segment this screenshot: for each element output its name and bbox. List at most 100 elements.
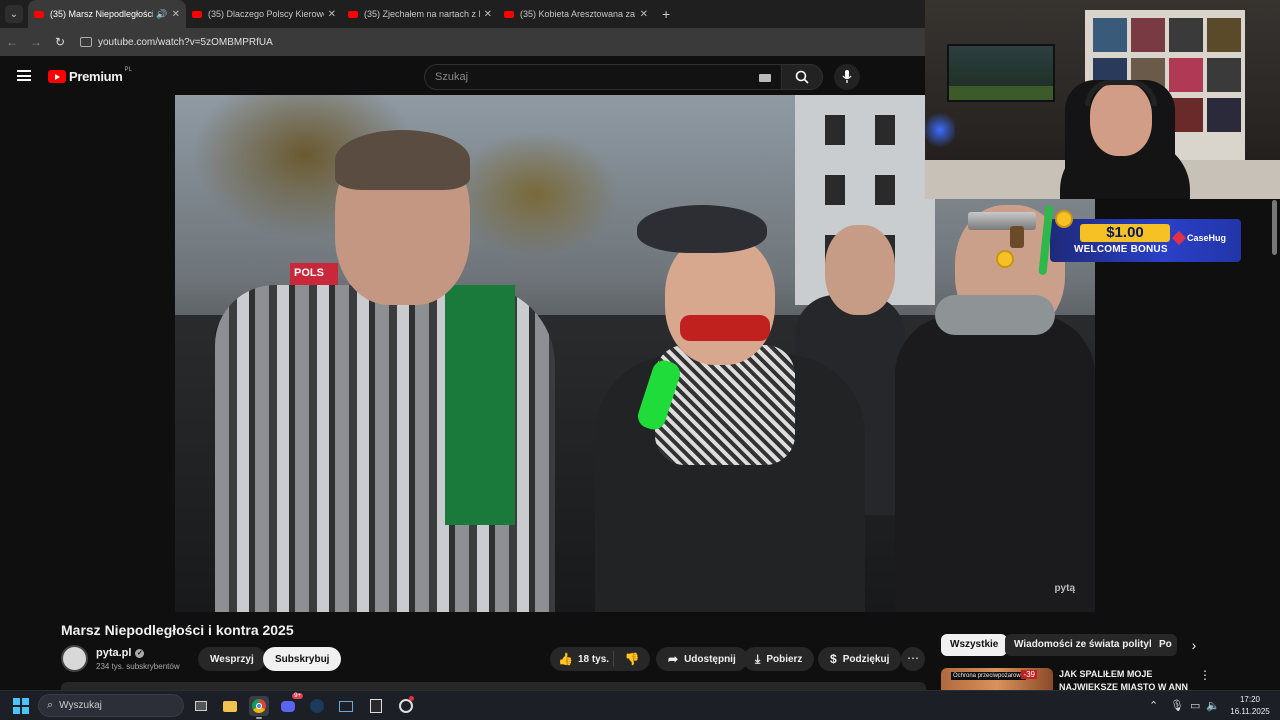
search-button[interactable] — [781, 64, 823, 90]
ad-brand: CaseHug — [1171, 230, 1227, 246]
youtube-favicon-icon — [192, 10, 202, 18]
clock-date: 16.11.2025 — [1230, 707, 1270, 716]
dislike-button[interactable]: 👎 — [614, 652, 650, 666]
tab-0[interactable]: (35) Marsz Niepodległości i 🔊 ✕ — [28, 0, 186, 28]
tab-search-chevron-icon[interactable]: ⌄ — [5, 5, 23, 23]
casehug-logo-icon — [1171, 230, 1187, 246]
aquarium — [947, 44, 1055, 102]
tab-title: (35) Kobieta Aresztowana za Uj — [520, 9, 636, 19]
url-field[interactable]: youtube.com/watch?v=5zOMBMPRfUA — [80, 37, 273, 48]
youtube-favicon-icon — [348, 10, 358, 18]
windows-start-icon[interactable] — [13, 698, 29, 714]
tab-title: (35) Dlaczego Polscy Kierowcy I — [208, 9, 324, 19]
youtube-play-icon — [48, 70, 66, 83]
chip-partial[interactable]: Po — [1151, 634, 1177, 656]
volume-icon[interactable]: 🔈 — [1206, 699, 1220, 712]
tab-close-icon[interactable]: ✕ — [328, 9, 336, 20]
subscriber-count: 234 tys. subskrybentów — [96, 662, 180, 671]
browser-tab-strip: ⌄ (35) Marsz Niepodległości i 🔊 ✕ (35) D… — [0, 0, 925, 28]
voice-search-button[interactable] — [834, 64, 860, 90]
site-info-icon[interactable] — [80, 37, 92, 47]
share-arrow-icon: ➦ — [668, 652, 679, 666]
search-icon: ⌕ — [47, 699, 54, 711]
tab-close-icon[interactable]: ✕ — [484, 9, 492, 20]
system-clock[interactable]: 17:20 16.11.2025 — [1226, 694, 1274, 718]
tab-title: (35) Marsz Niepodległości i — [50, 9, 154, 19]
thumbnail-tag: Ochrona przeciwpożarowa — [951, 672, 1027, 680]
search-placeholder: Szukaj — [435, 71, 469, 83]
tab-2[interactable]: (35) Zjechałem na nartach z Mo ✕ — [342, 0, 498, 28]
blue-light — [925, 110, 955, 150]
suggested-video-title[interactable]: JAK SPALIŁEM MOJE NAJWIĘKSZE MIASTO W AN… — [1059, 668, 1194, 690]
discord-badge: 9+ — [292, 693, 303, 699]
steam-icon[interactable] — [307, 696, 327, 716]
chip-politics[interactable]: Wiadomości ze świata polityki — [1005, 634, 1167, 656]
youtube-favicon-icon — [504, 10, 514, 18]
network-icon[interactable]: ▭ — [1190, 699, 1200, 712]
search-icon — [795, 70, 809, 84]
discord-icon[interactable]: 9+ — [278, 693, 303, 716]
verified-check-icon: ✓ — [135, 648, 145, 658]
like-count: 18 tys. — [577, 653, 610, 665]
thumbs-up-icon: 👍 — [558, 652, 573, 666]
hamburger-menu-icon[interactable] — [17, 70, 31, 81]
tab-close-icon[interactable]: ✕ — [172, 9, 180, 20]
epic-games-icon[interactable] — [366, 696, 386, 716]
tab-title: (35) Zjechałem na nartach z Mo — [364, 9, 480, 19]
like-button[interactable]: 👍 18 tys. — [550, 651, 614, 667]
microphone-tray-icon[interactable]: 🎙 — [1170, 699, 1184, 712]
task-view-icon[interactable] — [191, 696, 211, 716]
download-button[interactable]: ⤓ Pobierz — [743, 647, 815, 671]
suggestion-menu-icon[interactable]: ⋮ — [1199, 668, 1211, 682]
taskbar-search-label: Wyszukaj — [59, 700, 102, 711]
coin-icon — [1055, 210, 1073, 228]
channel-name[interactable]: pyta.pl ✓ — [96, 647, 145, 659]
screen: ⌄ (35) Marsz Niepodległości i 🔊 ✕ (35) D… — [0, 0, 1280, 720]
youtube-header: Premium PL Szukaj — [0, 56, 925, 96]
url-text: youtube.com/watch?v=5zOMBMPRfUA — [98, 36, 273, 48]
address-bar: ← → ↻ youtube.com/watch?v=5zOMBMPRfUA — [0, 28, 925, 56]
microphone-icon — [842, 70, 852, 83]
chrome-icon[interactable] — [249, 696, 269, 719]
tray-chevron-up-icon[interactable]: ⌃ — [1149, 699, 1158, 712]
file-explorer-icon[interactable] — [220, 696, 240, 716]
search-input[interactable]: Szukaj — [424, 64, 784, 90]
pistol-graphic — [968, 212, 1036, 248]
chip-all[interactable]: Wszystkie — [941, 634, 1008, 656]
casehug-ad-banner[interactable]: $1.00 WELCOME BONUS CaseHug — [1050, 219, 1241, 262]
forward-arrow-icon[interactable]: → — [24, 35, 48, 49]
tab-1[interactable]: (35) Dlaczego Polscy Kierowcy I ✕ — [186, 0, 342, 28]
coin-icon — [996, 250, 1014, 268]
video-title: Marsz Niepodległości i kontra 2025 — [61, 622, 294, 638]
xbox-app-icon[interactable] — [336, 696, 356, 716]
suggested-video-thumbnail[interactable]: Ochrona przeciwpożarowa -39 — [941, 668, 1053, 690]
chevron-right-icon[interactable]: › — [1184, 634, 1204, 656]
download-label: Pobierz — [766, 653, 803, 665]
youtube-premium-logo[interactable]: Premium PL — [48, 66, 132, 84]
support-button[interactable]: Wesprzyj — [198, 647, 266, 671]
keyboard-icon[interactable] — [759, 74, 771, 82]
description-box[interactable] — [61, 682, 926, 690]
thanks-dollar-icon: $ — [830, 652, 837, 666]
youtube-favicon-icon — [34, 10, 44, 18]
ad-amount: $1.00 — [1080, 224, 1170, 242]
share-label: Udostępnij — [684, 653, 736, 665]
new-tab-plus-icon[interactable]: + — [662, 6, 670, 22]
ad-brand-name: CaseHug — [1187, 233, 1227, 243]
tab-3[interactable]: (35) Kobieta Aresztowana za Uj ✕ — [498, 0, 654, 28]
channel-watermark: pytą — [1054, 583, 1075, 594]
channel-avatar[interactable] — [61, 645, 88, 672]
back-arrow-icon[interactable]: ← — [0, 35, 24, 49]
page-scrollbar[interactable] — [1272, 200, 1277, 255]
tab-close-icon[interactable]: ✕ — [640, 9, 648, 20]
speaker-icon[interactable]: 🔊 — [156, 9, 167, 20]
share-button[interactable]: ➦ Udostępnij — [656, 647, 748, 671]
logo-region: PL — [124, 66, 132, 73]
obs-icon[interactable] — [396, 696, 416, 716]
thanks-button[interactable]: $ Podziękuj — [818, 647, 902, 671]
download-icon: ⤓ — [755, 651, 761, 666]
reload-icon[interactable]: ↻ — [48, 35, 72, 49]
subscribe-button[interactable]: Subskrybuj — [263, 647, 342, 671]
taskbar-search-input[interactable]: ⌕ Wyszukaj — [38, 694, 184, 717]
more-actions-icon[interactable]: ⋯ — [901, 647, 925, 671]
